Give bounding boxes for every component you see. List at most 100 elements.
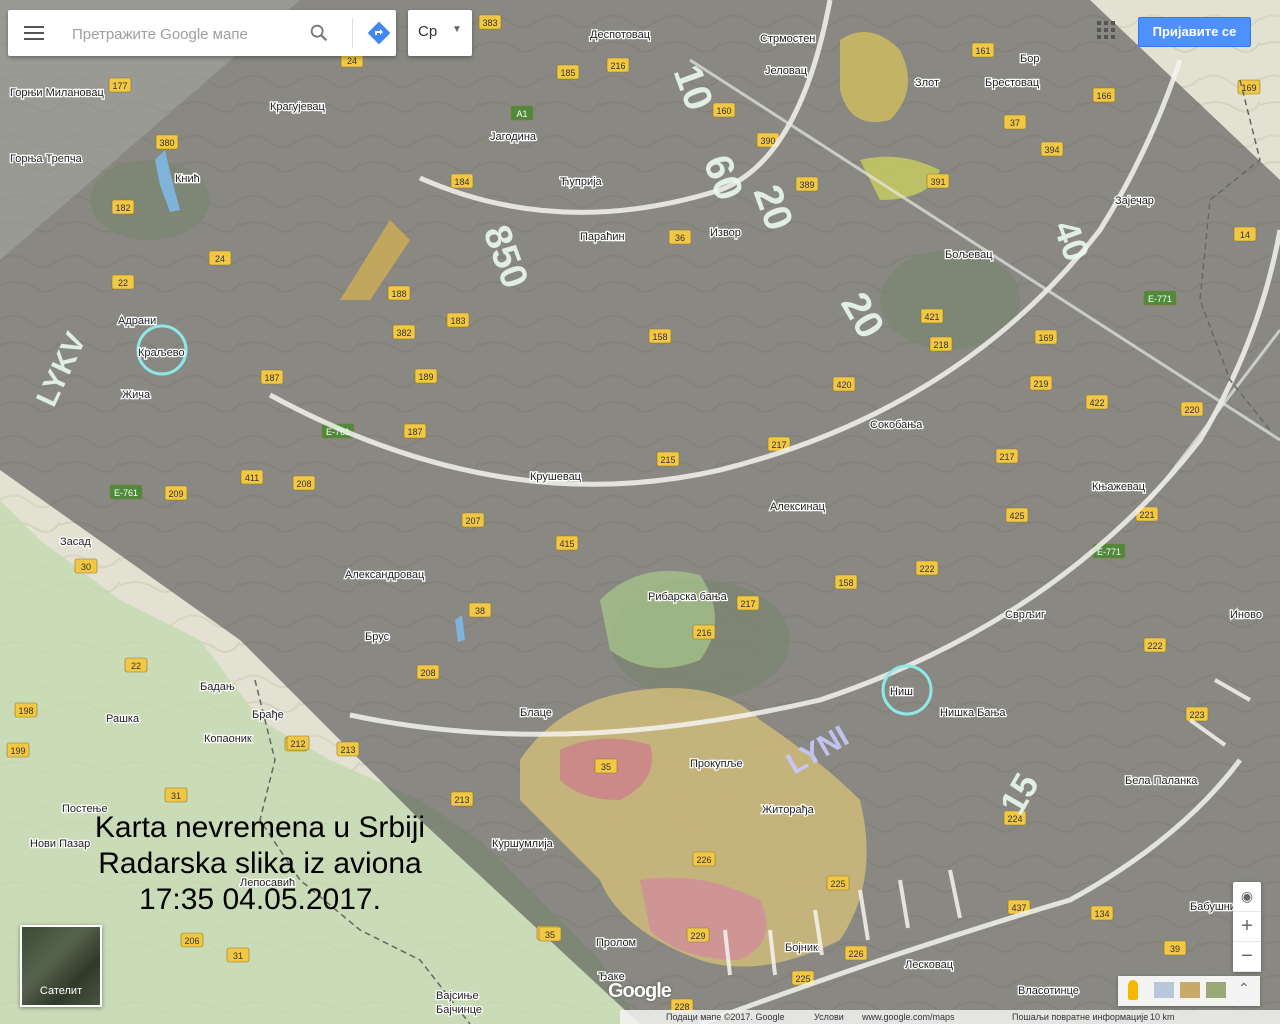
city-label: Сврљиг — [1005, 609, 1045, 621]
road-shield: 215 — [656, 451, 680, 467]
svg-text:185: 185 — [560, 68, 575, 78]
road-shield: 229 — [686, 927, 710, 943]
zoom-in-button[interactable]: + — [1233, 912, 1261, 942]
svg-text:225: 225 — [830, 879, 845, 889]
svg-text:169: 169 — [1038, 333, 1053, 343]
caption-line-2: Radarska slika iz aviona — [98, 847, 422, 880]
satellite-toggle[interactable]: Сателит — [20, 925, 102, 1007]
map-caption: Karta nevremena u Srbiji Radarska slika … — [40, 810, 480, 918]
svg-text:31: 31 — [171, 791, 181, 801]
city-label: Извор — [710, 227, 741, 239]
svg-text:380: 380 — [159, 138, 174, 148]
city-label: Крагујевац — [270, 101, 326, 113]
svg-text:189: 189 — [418, 372, 433, 382]
city-label: Бадањ — [200, 681, 235, 693]
sign-in-button[interactable]: Пријавите се — [1138, 17, 1251, 47]
road-shield: 158 — [834, 574, 858, 590]
svg-text:38: 38 — [475, 606, 485, 616]
terms-link[interactable]: Услови — [814, 1012, 844, 1022]
search-input[interactable] — [70, 20, 304, 48]
search-icon[interactable] — [308, 22, 330, 44]
road-shield: 218 — [929, 336, 953, 352]
road-shield: 382 — [392, 324, 416, 340]
imagery-thumb-3[interactable] — [1206, 982, 1226, 998]
road-shield: 220 — [1180, 401, 1204, 417]
language-select[interactable]: Ср ▼ — [408, 10, 472, 56]
svg-text:229: 229 — [690, 931, 705, 941]
site-link[interactable]: www.google.com/maps — [862, 1012, 955, 1022]
city-label: Зајечар — [1115, 195, 1154, 207]
city-label: Бољевац — [945, 249, 993, 261]
road-shield: 189 — [414, 368, 438, 384]
svg-text:166: 166 — [1096, 91, 1111, 101]
imagery-thumb-2[interactable] — [1180, 982, 1200, 998]
apps-grid-icon[interactable] — [1097, 21, 1117, 41]
search-box — [8, 10, 396, 56]
svg-text:158: 158 — [652, 332, 667, 342]
svg-text:198: 198 — [18, 706, 33, 716]
svg-text:222: 222 — [1147, 641, 1162, 651]
road-shield: 420 — [832, 376, 856, 392]
svg-text:217: 217 — [771, 440, 786, 450]
feedback-link[interactable]: Пошаљи повратне информације — [1012, 1012, 1148, 1022]
svg-text:394: 394 — [1044, 145, 1059, 155]
svg-text:221: 221 — [1139, 510, 1154, 520]
city-label: Краљево — [138, 347, 185, 359]
svg-text:22: 22 — [118, 278, 128, 288]
my-location-icon[interactable]: ◉ — [1233, 882, 1261, 912]
road-shield: 208 — [292, 475, 316, 491]
svg-text:390: 390 — [760, 136, 775, 146]
road-shield: 187 — [403, 423, 427, 439]
svg-text:22: 22 — [131, 661, 141, 671]
svg-text:39: 39 — [1170, 944, 1180, 954]
caption-line-1: Karta nevremena u Srbiji — [94, 811, 426, 844]
road-shield: 216 — [692, 624, 716, 640]
city-label: Лесковац — [905, 959, 954, 971]
road-shield: E-771 — [1143, 290, 1177, 306]
imagery-strip: ⌃ — [1118, 976, 1260, 1006]
svg-text:160: 160 — [716, 106, 731, 116]
road-shield: 177 — [108, 77, 132, 93]
road-shield: 38 — [468, 602, 492, 618]
city-label: Брестовац — [985, 77, 1040, 89]
svg-text:183: 183 — [450, 316, 465, 326]
svg-text:421: 421 — [924, 312, 939, 322]
zoom-out-button[interactable]: − — [1233, 942, 1261, 972]
svg-text:182: 182 — [115, 203, 130, 213]
road-shield: 394 — [1040, 141, 1064, 157]
city-label: Житорађа — [762, 804, 815, 816]
road-shield: 22 — [124, 657, 148, 673]
svg-text:226: 226 — [848, 949, 863, 959]
city-label: Кнић — [175, 173, 200, 185]
road-shield: 35 — [538, 926, 562, 942]
svg-text:35: 35 — [545, 930, 555, 940]
road-shield: 24 — [208, 250, 232, 266]
svg-text:187: 187 — [407, 427, 422, 437]
city-label: Куршумлија — [492, 838, 554, 850]
road-shield: 206 — [180, 932, 204, 948]
road-shield: 158 — [648, 328, 672, 344]
road-shield: 134 — [1090, 905, 1114, 921]
google-logo: Google — [608, 980, 672, 1002]
chevron-down-icon: ▼ — [452, 24, 462, 35]
language-selected: Ср — [418, 23, 438, 40]
svg-text:24: 24 — [347, 56, 357, 66]
road-shield: 160 — [712, 102, 736, 118]
directions-icon[interactable] — [366, 20, 392, 46]
svg-text:383: 383 — [482, 18, 497, 28]
menu-icon[interactable] — [22, 22, 46, 44]
city-label: Рашка — [106, 713, 140, 725]
pegman-icon[interactable] — [1128, 980, 1138, 1000]
svg-text:222: 222 — [919, 564, 934, 574]
road-shield: A1 — [510, 105, 534, 121]
svg-text:206: 206 — [184, 936, 199, 946]
expand-icon[interactable]: ⌃ — [1238, 980, 1250, 997]
road-shield: 14 — [1233, 226, 1257, 242]
city-label: Вајсиње — [436, 990, 479, 1002]
road-shield: 184 — [450, 173, 474, 189]
city-label: Горњи Милановац — [10, 87, 104, 99]
imagery-thumb-1[interactable] — [1154, 982, 1174, 998]
separator — [352, 18, 353, 48]
svg-text:415: 415 — [559, 539, 574, 549]
city-label: Књажевац — [1092, 481, 1146, 493]
